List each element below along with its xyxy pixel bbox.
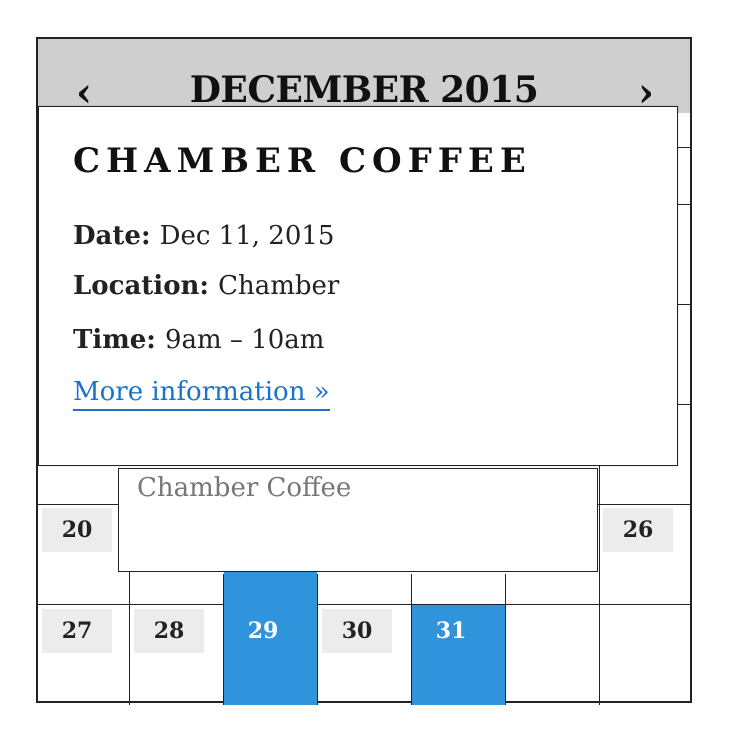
event-preview-box[interactable]: Chamber Coffee <box>118 468 598 572</box>
event-popup: CHAMBER COFFEE Date: Dec 11, 2015 Locati… <box>38 106 678 466</box>
location-label: Location: <box>73 271 219 301</box>
popup-date-row: Date: Dec 11, 2015 <box>73 221 334 251</box>
calendar-header: ‹ DECEMBER 2015 › <box>38 39 690 113</box>
day-number[interactable]: 26 <box>603 508 673 552</box>
date-label: Date: <box>73 221 160 251</box>
day-number[interactable]: 30 <box>322 609 392 653</box>
location-value: Chamber <box>218 271 340 301</box>
day-cell-event[interactable]: 29 <box>224 605 317 705</box>
popup-title: CHAMBER COFFEE <box>73 141 532 181</box>
popup-time-row: Time: 9am – 10am <box>73 325 324 355</box>
event-preview-label: Chamber Coffee <box>137 473 352 503</box>
popup-location-row: Location: Chamber <box>73 271 339 301</box>
more-information-link[interactable]: More information » <box>73 377 330 411</box>
day-cell[interactable]: 28 <box>130 605 223 705</box>
day-number[interactable]: 28 <box>134 609 204 653</box>
day-cell[interactable]: 30 <box>318 605 411 705</box>
month-title: DECEMBER 2015 <box>189 69 539 111</box>
day-number[interactable]: 31 <box>416 609 486 653</box>
event-day-highlight <box>224 572 317 605</box>
day-cell[interactable]: 26 <box>599 504 692 604</box>
day-cell-event[interactable]: 31 <box>412 605 505 705</box>
day-number[interactable]: 27 <box>42 609 112 653</box>
date-value: Dec 11, 2015 <box>159 221 335 251</box>
grid-line <box>505 574 506 705</box>
day-cell[interactable]: 27 <box>38 605 130 705</box>
time-label: Time: <box>73 325 165 355</box>
day-number[interactable]: 29 <box>228 609 298 653</box>
day-number[interactable]: 20 <box>42 508 112 552</box>
day-cell[interactable]: 20 <box>38 504 130 604</box>
time-value: 9am – 10am <box>164 325 325 355</box>
